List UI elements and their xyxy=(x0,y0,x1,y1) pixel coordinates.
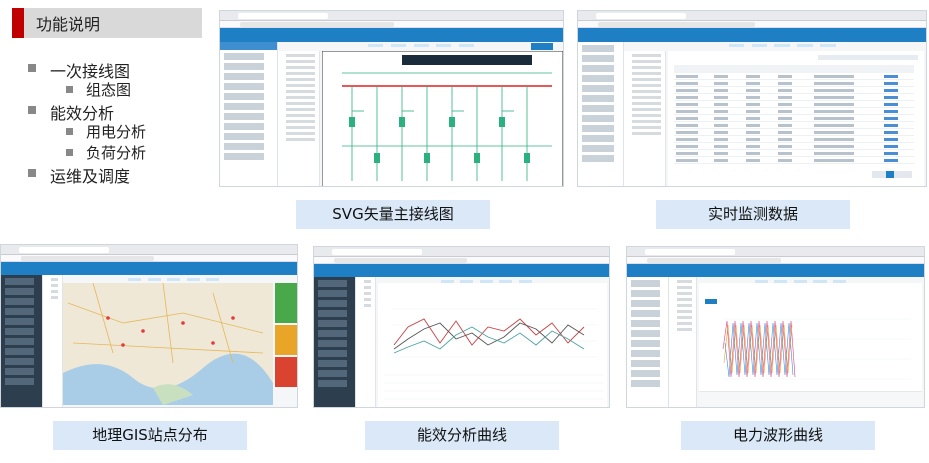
pagination[interactable] xyxy=(872,171,912,178)
device-tree xyxy=(669,277,697,407)
outline-subitem: 组态图 xyxy=(28,79,213,100)
device-tree xyxy=(278,51,320,186)
browser-tab-bar xyxy=(314,247,609,257)
square-bullet-icon xyxy=(28,106,36,114)
app-sidebar xyxy=(220,42,278,186)
outline-item: 运维及调度 xyxy=(28,163,213,186)
browser-address-bar xyxy=(220,21,563,28)
gis-map-view xyxy=(63,283,273,405)
screenshot-power-waveform xyxy=(626,246,925,408)
wiring-diagram-svg xyxy=(322,51,563,186)
screenshot-gis-map xyxy=(0,244,298,408)
outline-item-label: 运维及调度 xyxy=(50,167,131,186)
caption-energy: 能效分析曲线 xyxy=(365,421,559,450)
outline-subitem-label: 用电分析 xyxy=(86,123,147,141)
outline-subitem: 负荷分析 xyxy=(28,142,213,163)
screenshot-energy-curve xyxy=(313,246,610,408)
app-header xyxy=(314,264,609,283)
browser-tab-bar xyxy=(1,245,297,255)
square-bullet-icon xyxy=(66,86,73,93)
gis-map-svg xyxy=(63,283,273,405)
square-bullet-icon xyxy=(28,64,36,72)
waveform-view xyxy=(699,283,922,407)
feature-outline: 一次接线图 组态图 能效分析 用电分析 负荷分析 运维及调度 xyxy=(28,58,213,186)
app-header xyxy=(1,262,297,281)
realtime-data-table-view xyxy=(668,51,924,186)
section-title-bar: 功能说明 xyxy=(12,8,202,38)
wiring-diagram-view xyxy=(322,43,563,186)
app-sidebar xyxy=(1,275,43,407)
caption-waveform: 电力波形曲线 xyxy=(681,421,875,450)
outline-subitem-label: 组态图 xyxy=(86,81,132,99)
browser-address-bar xyxy=(1,255,297,262)
title-accent-bar xyxy=(12,8,24,38)
square-bullet-icon xyxy=(66,149,73,156)
outline-item: 一次接线图 xyxy=(28,58,213,81)
app-header xyxy=(220,28,563,47)
browser-address-bar xyxy=(314,257,609,264)
caption-svg-wiring: SVG矢量主接线图 xyxy=(296,200,490,229)
section-title: 功能说明 xyxy=(36,15,101,34)
caption-gis: 地理GIS站点分布 xyxy=(53,421,247,450)
browser-tab-bar xyxy=(220,11,563,21)
outline-subitem-label: 负荷分析 xyxy=(86,144,147,162)
browser-tab-bar xyxy=(578,11,926,21)
caption-realtime: 实时监测数据 xyxy=(656,200,850,229)
realtime-data-table xyxy=(674,65,914,164)
device-tree xyxy=(624,51,666,186)
outline-subitem: 用电分析 xyxy=(28,121,213,142)
screenshot-svg-wiring xyxy=(219,10,564,187)
app-sidebar xyxy=(314,277,356,407)
browser-address-bar xyxy=(578,21,926,28)
energy-chart-svg xyxy=(384,308,604,400)
waveform-chart-svg xyxy=(722,318,911,380)
browser-tab-bar xyxy=(627,247,924,257)
energy-curve-view xyxy=(378,283,607,407)
screenshot-realtime-monitoring xyxy=(577,10,927,187)
app-header xyxy=(627,264,924,283)
outline-item: 能效分析 xyxy=(28,100,213,123)
app-sidebar xyxy=(627,277,669,407)
app-sidebar xyxy=(578,42,624,186)
meter-tree xyxy=(356,277,376,407)
app-header xyxy=(578,28,926,47)
square-bullet-icon xyxy=(66,128,73,135)
gis-legend-panel xyxy=(275,283,297,403)
browser-address-bar xyxy=(627,257,924,264)
square-bullet-icon xyxy=(28,169,36,177)
station-tree xyxy=(43,275,63,407)
